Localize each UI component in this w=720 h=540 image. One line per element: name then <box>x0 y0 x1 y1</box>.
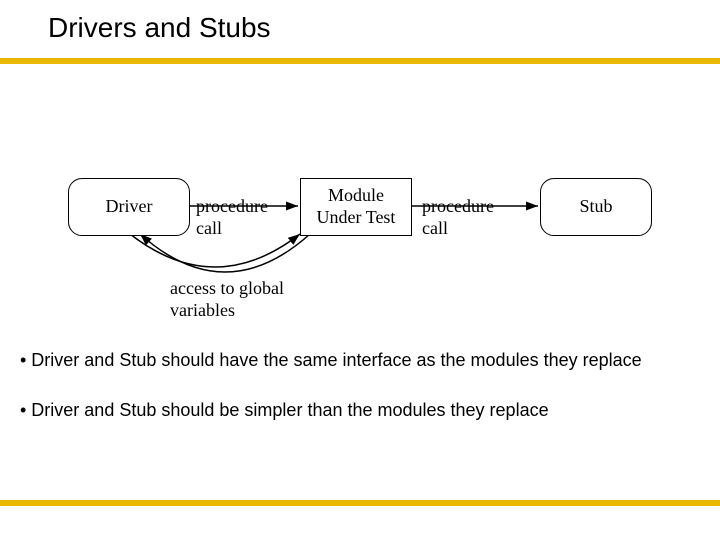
bullet-2: • Driver and Stub should be simpler than… <box>20 400 549 421</box>
page-title: Drivers and Stubs <box>48 12 271 44</box>
driver-box: Driver <box>68 178 190 236</box>
divider-top <box>0 58 720 64</box>
slide: Drivers and Stubs Driver Module Under Te… <box>0 0 720 540</box>
procedure-call-label-2: procedure call <box>422 196 494 239</box>
access-global-label: access to global variables <box>170 278 284 321</box>
module-under-test-box: Module Under Test <box>300 178 412 236</box>
procedure-call-label-1: procedure call <box>196 196 268 239</box>
diagram-arrows <box>0 0 720 540</box>
bullet-1: • Driver and Stub should have the same i… <box>20 350 642 371</box>
stub-box: Stub <box>540 178 652 236</box>
divider-bottom <box>0 500 720 506</box>
